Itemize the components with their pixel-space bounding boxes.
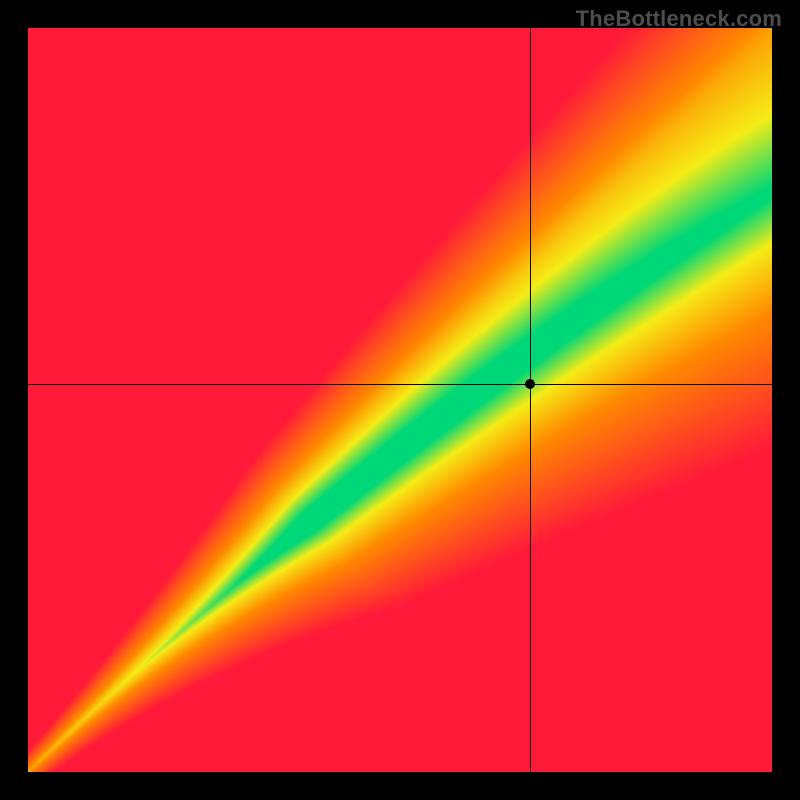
marker-dot [525, 379, 535, 389]
crosshair-horizontal [28, 384, 772, 385]
heatmap-canvas [28, 28, 772, 772]
watermark-text: TheBottleneck.com [576, 6, 782, 32]
chart-container: TheBottleneck.com [0, 0, 800, 800]
crosshair-vertical [530, 28, 531, 772]
